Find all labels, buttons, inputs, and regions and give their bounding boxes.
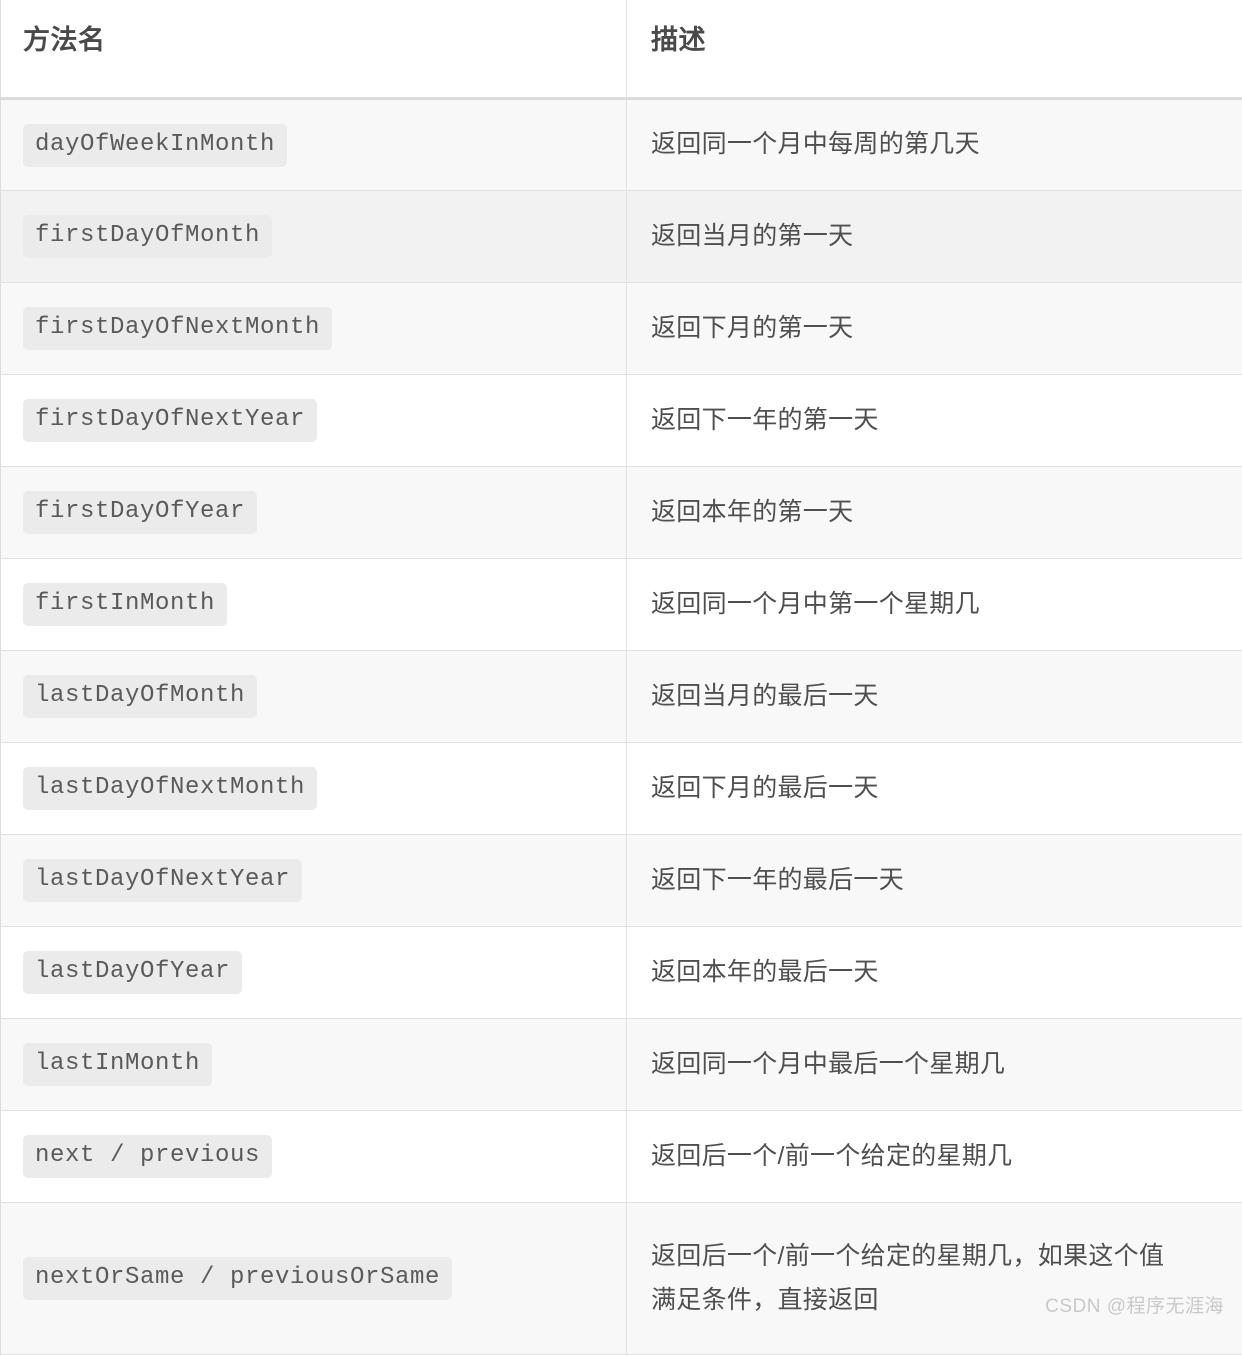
cell-method-name: lastDayOfNextMonth [1, 743, 627, 835]
cell-method-name: next / previous [1, 1111, 627, 1203]
description-text: 返回当月的第一天 [651, 215, 1242, 259]
method-name-code: lastInMonth [23, 1043, 212, 1086]
description-text: 返回同一个月中每周的第几天 [651, 123, 1242, 167]
cell-description: 返回同一个月中每周的第几天 [627, 99, 1242, 191]
cell-method-name: lastDayOfMonth [1, 651, 627, 743]
table-row: lastDayOfNextMonth 返回下月的最后一天 [1, 743, 1242, 835]
method-name-code: firstDayOfYear [23, 491, 257, 534]
column-header-method: 方法名 [1, 0, 627, 99]
cell-description: 返回下一年的第一天 [627, 375, 1242, 467]
method-name-code: nextOrSame / previousOrSame [23, 1257, 452, 1300]
description-text: 返回当月的最后一天 [651, 675, 1242, 719]
method-name-code: firstDayOfNextMonth [23, 307, 332, 350]
description-text: 返回下一年的最后一天 [651, 859, 1242, 903]
cell-method-name: nextOrSame / previousOrSame [1, 1203, 627, 1355]
table-row: firstDayOfNextYear 返回下一年的第一天 [1, 375, 1242, 467]
cell-method-name: dayOfWeekInMonth [1, 99, 627, 191]
cell-method-name: lastDayOfYear [1, 927, 627, 1019]
cell-description: 返回同一个月中第一个星期几 [627, 559, 1242, 651]
cell-description: 返回下月的最后一天 [627, 743, 1242, 835]
description-text-line2: 满足条件，直接返回 [651, 1279, 1242, 1323]
description-text: 返回后一个/前一个给定的星期几 [651, 1135, 1242, 1179]
method-name-code: firstInMonth [23, 583, 227, 626]
table-row: lastDayOfYear 返回本年的最后一天 [1, 927, 1242, 1019]
table-row: firstDayOfNextMonth 返回下月的第一天 [1, 283, 1242, 375]
cell-description: 返回下月的第一天 [627, 283, 1242, 375]
cell-method-name: lastInMonth [1, 1019, 627, 1111]
method-reference-table: 方法名 描述 dayOfWeekInMonth 返回同一个月中每周的第几天 fi… [0, 0, 1242, 1355]
table-body: dayOfWeekInMonth 返回同一个月中每周的第几天 firstDayO… [1, 99, 1242, 1355]
description-text: 返回本年的第一天 [651, 491, 1242, 535]
cell-description: 返回下一年的最后一天 [627, 835, 1242, 927]
cell-method-name: firstDayOfNextYear [1, 375, 627, 467]
cell-description: 返回当月的最后一天 [627, 651, 1242, 743]
table-row: firstInMonth 返回同一个月中第一个星期几 [1, 559, 1242, 651]
description-text: 返回下一年的第一天 [651, 399, 1242, 443]
method-name-code: dayOfWeekInMonth [23, 124, 287, 167]
table-header: 方法名 描述 [1, 0, 1242, 99]
description-text: 返回本年的最后一天 [651, 951, 1242, 995]
cell-description: 返回本年的第一天 [627, 467, 1242, 559]
method-name-code: firstDayOfMonth [23, 215, 272, 258]
table-row: dayOfWeekInMonth 返回同一个月中每周的第几天 [1, 99, 1242, 191]
method-name-code: lastDayOfYear [23, 951, 242, 994]
description-text: 返回下月的最后一天 [651, 767, 1242, 811]
table-row: nextOrSame / previousOrSame 返回后一个/前一个给定的… [1, 1203, 1242, 1355]
table-row: firstDayOfYear 返回本年的第一天 [1, 467, 1242, 559]
table-row: next / previous 返回后一个/前一个给定的星期几 [1, 1111, 1242, 1203]
description-text: 返回同一个月中最后一个星期几 [651, 1043, 1242, 1087]
cell-description: 返回同一个月中最后一个星期几 [627, 1019, 1242, 1111]
cell-method-name: firstDayOfYear [1, 467, 627, 559]
cell-description: 返回后一个/前一个给定的星期几 [627, 1111, 1242, 1203]
table-row: lastDayOfMonth 返回当月的最后一天 [1, 651, 1242, 743]
method-name-code: next / previous [23, 1135, 272, 1178]
method-name-code: lastDayOfMonth [23, 675, 257, 718]
description-text: 返回后一个/前一个给定的星期几，如果这个值 [651, 1235, 1242, 1279]
table-row: lastInMonth 返回同一个月中最后一个星期几 [1, 1019, 1242, 1111]
description-text: 返回下月的第一天 [651, 307, 1242, 351]
cell-method-name: firstInMonth [1, 559, 627, 651]
table-row: lastDayOfNextYear 返回下一年的最后一天 [1, 835, 1242, 927]
cell-description: 返回本年的最后一天 [627, 927, 1242, 1019]
column-header-description: 描述 [627, 0, 1242, 99]
cell-method-name: lastDayOfNextYear [1, 835, 627, 927]
cell-method-name: firstDayOfMonth [1, 191, 627, 283]
cell-description: 返回后一个/前一个给定的星期几，如果这个值 满足条件，直接返回 [627, 1203, 1242, 1355]
cell-method-name: firstDayOfNextMonth [1, 283, 627, 375]
header-row: 方法名 描述 [1, 0, 1242, 99]
cell-description: 返回当月的第一天 [627, 191, 1242, 283]
method-name-code: lastDayOfNextMonth [23, 767, 317, 810]
description-text: 返回同一个月中第一个星期几 [651, 583, 1242, 627]
page-root: 方法名 描述 dayOfWeekInMonth 返回同一个月中每周的第几天 fi… [0, 0, 1242, 1344]
table-row: firstDayOfMonth 返回当月的第一天 [1, 191, 1242, 283]
method-name-code: lastDayOfNextYear [23, 859, 302, 902]
method-name-code: firstDayOfNextYear [23, 399, 317, 442]
